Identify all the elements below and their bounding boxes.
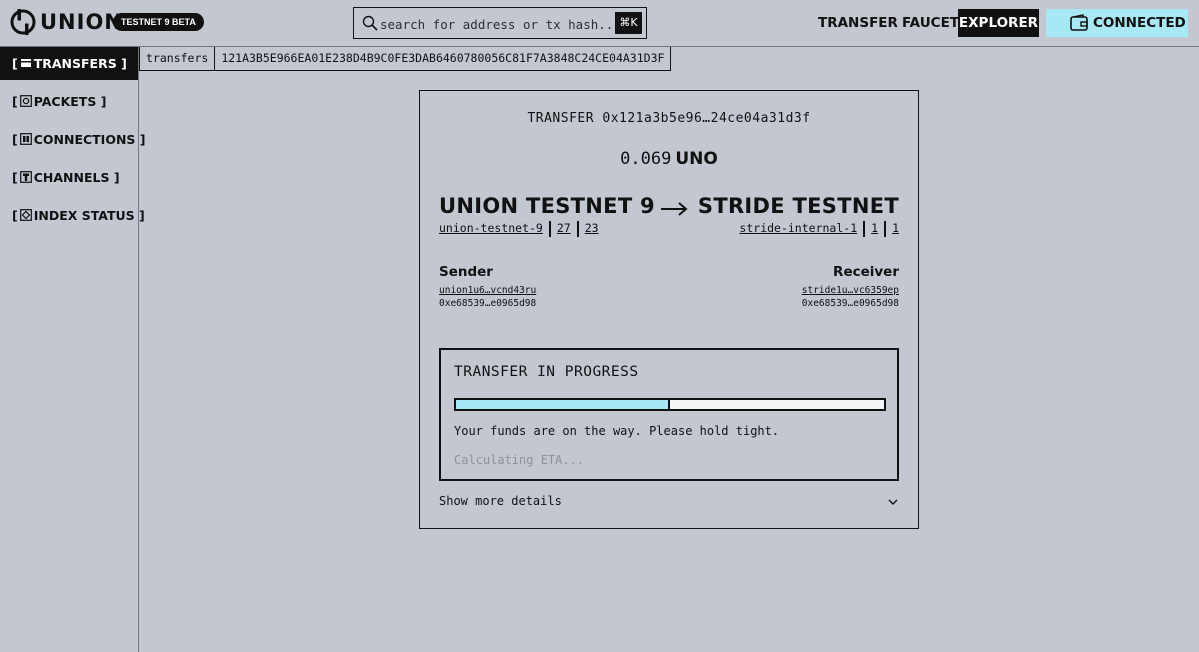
sidebar-item-connections[interactable]: [CONNECTIONS ] <box>0 123 146 156</box>
divider <box>863 221 866 237</box>
connections-icon <box>19 133 32 145</box>
source-chain-meta: union-testnet-9 27 23 <box>439 221 599 237</box>
sender-address-link[interactable]: union1u6…vcnd43ru <box>439 285 536 296</box>
wallet-connected-label: CONNECTED <box>1093 15 1186 31</box>
breadcrumb: transfers 121A3B5E966EA01E238D4B9C0FE3DA… <box>139 47 672 71</box>
channels-icon <box>19 171 32 183</box>
nav-explorer-link[interactable]: EXPLORER <box>958 9 1039 37</box>
nav-faucet-link[interactable]: FAUCET <box>902 9 959 37</box>
source-connection-link[interactable]: 27 <box>557 221 571 237</box>
destination-chain-id-link[interactable]: stride-internal-1 <box>739 221 857 237</box>
progress-message: Your funds are on the way. Please hold t… <box>454 424 780 438</box>
progress-bar-fill <box>456 400 670 409</box>
transfer-title: TRANSFER 0x121a3b5e96…24ce04a31d3f <box>527 111 811 126</box>
transfer-progress-panel: TRANSFER IN PROGRESS Your funds are on t… <box>439 348 899 481</box>
testnet-badge: TESTNET 9 BETA <box>113 13 204 31</box>
show-more-details-toggle[interactable]: Show more details <box>439 494 899 512</box>
transfers-icon <box>20 59 31 67</box>
arrow-right-icon <box>661 202 688 216</box>
transfer-amount: 0.069 UNO <box>420 149 918 169</box>
progress-bar <box>454 398 886 411</box>
receiver-hex-address: 0xe68539…e0965d98 <box>801 298 899 309</box>
destination-chain-name: STRIDE TESTNET <box>697 194 899 218</box>
amount-value: 0.069 <box>620 149 672 169</box>
chevron-down-icon <box>888 499 898 505</box>
destination-connection-link[interactable]: 1 <box>871 221 878 237</box>
source-chain-id-link[interactable]: union-testnet-9 <box>439 221 543 237</box>
sidebar-item-index-status[interactable]: [INDEX STATUS ] <box>0 199 145 232</box>
source-channel-link[interactable]: 23 <box>585 221 599 237</box>
top-bar: UNION TESTNET 9 BETA ⌘K TRANSFER FAUCET … <box>0 0 1199 47</box>
search-box[interactable]: ⌘K <box>353 7 647 39</box>
sidebar: [TRANSFERS ] [PACKETS ] [CONNECTIONS ] [… <box>0 47 146 652</box>
divider <box>576 221 579 237</box>
wallet-icon <box>1070 14 1088 31</box>
breadcrumb-transfer-hash: 121A3B5E966EA01E238D4B9C0FE3DAB646078005… <box>215 47 672 71</box>
sidebar-item-channels[interactable]: [CHANNELS ] <box>0 161 138 194</box>
union-logo-icon <box>10 9 36 35</box>
index-status-icon <box>19 209 32 221</box>
nav-transfer-link[interactable]: TRANSFER <box>818 9 898 37</box>
sidebar-item-label: INDEX STATUS <box>33 208 135 223</box>
sender-label: Sender <box>439 264 493 280</box>
sidebar-item-packets[interactable]: [PACKETS ] <box>0 85 138 118</box>
divider <box>884 221 887 237</box>
sidebar-item-label: PACKETS <box>33 94 97 109</box>
breadcrumb-transfers[interactable]: transfers <box>139 47 216 71</box>
sidebar-item-label: CHANNELS <box>33 170 110 185</box>
show-more-details-label: Show more details <box>439 494 562 508</box>
sidebar-item-label: TRANSFERS <box>33 56 117 71</box>
search-input[interactable] <box>380 14 616 34</box>
sidebar-item-transfers[interactable]: [TRANSFERS ] <box>0 47 138 80</box>
receiver-label: Receiver <box>833 264 899 280</box>
sidebar-item-label: CONNECTIONS <box>33 132 136 147</box>
logo-text: UNION <box>40 10 123 34</box>
packets-icon <box>19 95 32 107</box>
destination-channel-link[interactable]: 1 <box>892 221 899 237</box>
sender-hex-address: 0xe68539…e0965d98 <box>439 298 537 309</box>
receiver-address-link[interactable]: stride1u…vc6359ep <box>802 285 899 296</box>
transfer-card: TRANSFER 0x121a3b5e96…24ce04a31d3f 0.069… <box>419 90 919 529</box>
progress-eta: Calculating ETA... <box>454 453 585 467</box>
union-logo[interactable]: UNION <box>10 9 123 35</box>
progress-title: TRANSFER IN PROGRESS <box>454 364 639 380</box>
source-chain-name: UNION TESTNET 9 <box>439 194 655 218</box>
amount-denom: UNO <box>675 149 718 169</box>
search-shortcut-key: ⌘K <box>615 12 642 34</box>
wallet-connected-button[interactable]: CONNECTED <box>1046 9 1188 37</box>
search-icon <box>362 15 378 31</box>
divider <box>548 221 551 237</box>
destination-chain-meta: stride-internal-1 1 1 <box>739 221 899 237</box>
